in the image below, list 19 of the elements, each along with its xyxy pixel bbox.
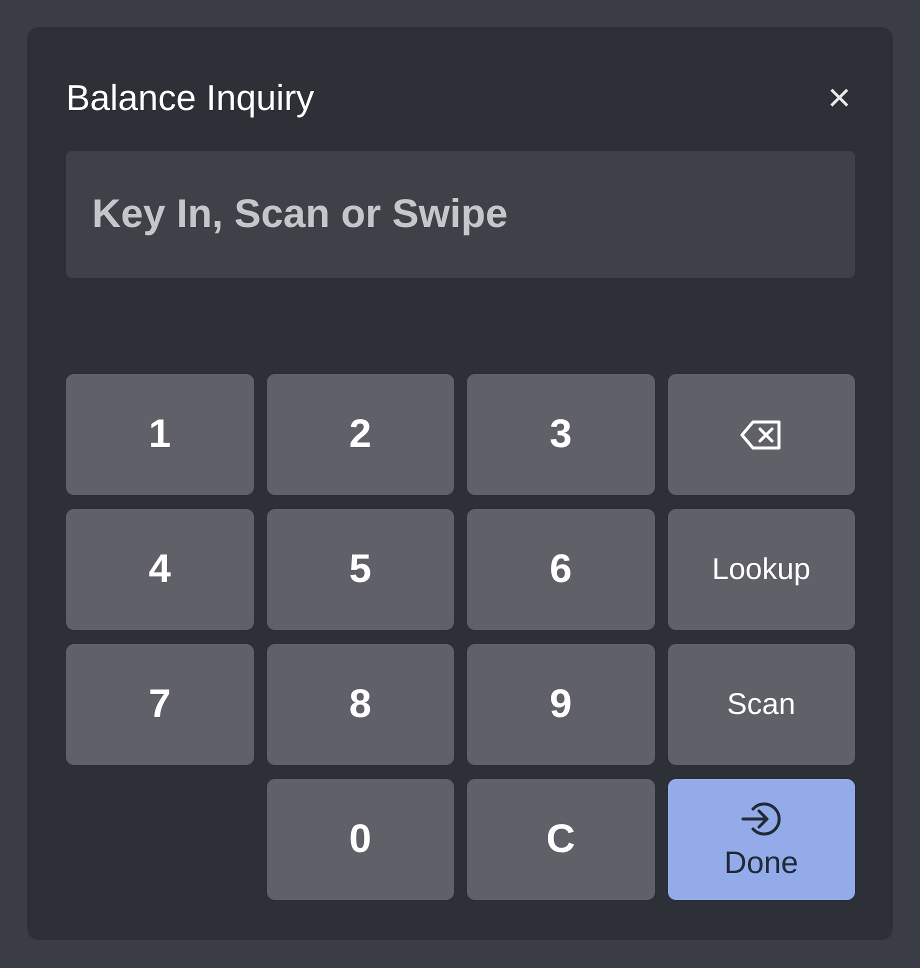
input-field[interactable]: Key In, Scan or Swipe (66, 151, 855, 278)
digit-key[interactable]: 6 (467, 509, 654, 630)
digit-key[interactable]: 9 (467, 644, 654, 765)
key-button[interactable]: Lookup (668, 509, 855, 630)
digit-key[interactable]: 2 (266, 374, 454, 495)
backspace-button[interactable] (668, 374, 855, 495)
digit-key[interactable]: 8 (266, 644, 454, 765)
digit-key[interactable]: 7 (66, 644, 254, 765)
close-button[interactable]: × (824, 78, 855, 118)
digit-key[interactable]: 3 (467, 374, 654, 495)
backspace-icon (739, 418, 784, 450)
digit-key[interactable]: 0 (266, 779, 454, 900)
dialog-title: Balance Inquiry (66, 77, 314, 119)
done-button[interactable]: Done (668, 779, 855, 900)
digit-key[interactable]: 1 (66, 374, 254, 495)
digit-key[interactable]: 5 (266, 509, 454, 630)
digit-key[interactable]: 4 (66, 509, 254, 630)
key-button[interactable]: Scan (668, 644, 855, 765)
digit-key[interactable]: C (467, 779, 654, 900)
